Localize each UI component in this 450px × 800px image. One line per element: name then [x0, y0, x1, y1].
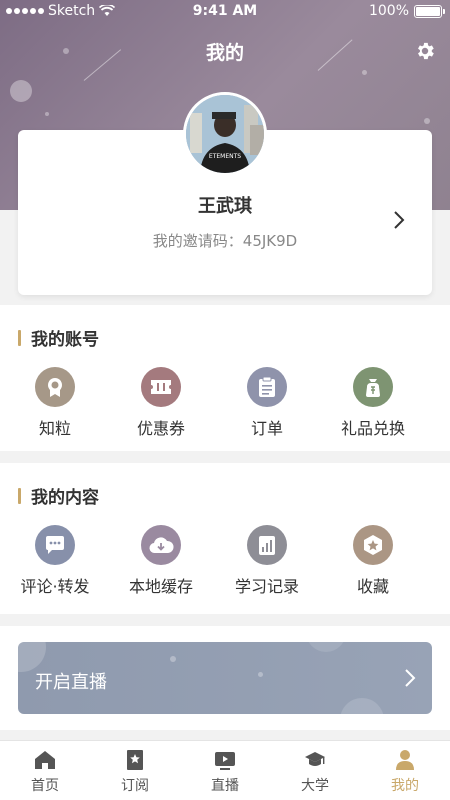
tab-label: 首页	[31, 778, 59, 794]
bookmark-icon	[127, 750, 143, 770]
cloud-download-icon	[149, 537, 174, 554]
content-grid: 评论·转发 本地缓存 学习记录 收藏	[0, 525, 450, 597]
decor-dot	[340, 698, 384, 714]
tab-label: 大学	[301, 778, 329, 794]
start-live-label: 开启直播	[35, 672, 107, 693]
status-right: 100%	[368, 3, 445, 19]
grid-label: 评论·转发	[20, 577, 90, 596]
grid-label: 优惠券	[136, 419, 185, 438]
start-live-button[interactable]: 开启直播	[18, 642, 432, 714]
decor-dot	[362, 70, 367, 75]
decor-dot	[258, 672, 263, 677]
my-account-section: 我的账号 知粒 优惠券 订单 礼品兑换	[0, 305, 450, 451]
account-item-orders[interactable]: 订单	[214, 367, 320, 439]
graduation-cap-icon	[305, 752, 325, 766]
my-content-title: 我的内容	[31, 488, 99, 508]
home-icon	[35, 751, 55, 769]
grid-label: 礼品兑换	[340, 419, 405, 438]
user-name: 王武琪	[198, 196, 252, 217]
battery-percentage: 100%	[368, 3, 409, 19]
avatar-photo: ETEMENTS	[186, 95, 264, 173]
tab-home[interactable]: 首页	[0, 741, 90, 800]
battery-icon	[414, 4, 445, 18]
clipboard-icon	[259, 376, 275, 397]
tab-mine[interactable]: 我的	[360, 741, 450, 800]
gear-icon	[418, 42, 434, 60]
section-title: 我的账号	[18, 325, 99, 350]
chart-icon	[259, 536, 275, 555]
grid-icon-badge	[35, 367, 75, 407]
invite-code-row: 我的邀请码：45JK9D	[18, 230, 432, 251]
tab-label: 我的	[391, 778, 419, 794]
tab-university[interactable]: 大学	[270, 741, 360, 800]
tab-bar: 首页 订阅 直播 大学 我的	[0, 740, 450, 800]
tab-live[interactable]: 直播	[180, 741, 270, 800]
grid-label: 本地缓存	[128, 577, 193, 596]
chevron-right-icon[interactable]	[392, 210, 406, 230]
my-content-section: 我的内容 评论·转发 本地缓存 学习记录 收藏	[0, 463, 450, 614]
user-icon	[396, 750, 414, 770]
content-item-local-cache[interactable]: 本地缓存	[108, 525, 214, 597]
star-icon	[364, 535, 382, 555]
grid-icon-cloud-download	[141, 525, 181, 565]
settings-button[interactable]	[414, 40, 436, 62]
grid-label: 收藏	[356, 577, 389, 596]
tab-label: 直播	[211, 778, 239, 794]
account-item-coupon[interactable]: 优惠券	[108, 367, 214, 439]
section-title-bar	[18, 487, 21, 504]
my-account-title: 我的账号	[31, 330, 99, 350]
play-icon	[215, 752, 235, 770]
avatar-shirt-text: ETEMENTS	[209, 153, 241, 160]
page-title: 我的	[205, 42, 244, 64]
grid-icon-gift-bag	[353, 367, 393, 407]
badge-icon	[48, 378, 62, 397]
grid-label: 订单	[250, 419, 283, 438]
grid-icon-comment	[35, 525, 75, 565]
decor-dot	[306, 642, 346, 652]
grid-label: 知粒	[38, 419, 71, 438]
tab-label: 订阅	[121, 778, 149, 794]
decor-dot	[45, 112, 49, 116]
section-title: 我的内容	[18, 483, 99, 508]
decor-dot	[10, 80, 32, 102]
tab-subscribe[interactable]: 订阅	[90, 741, 180, 800]
section-title-bar	[18, 329, 21, 346]
grid-label: 学习记录	[234, 577, 299, 596]
status-bar: Sketch 9:41 AM 100%	[0, 0, 450, 24]
decor-dot	[424, 118, 430, 124]
decor-dot	[170, 656, 176, 662]
content-item-comments[interactable]: 评论·转发	[2, 525, 108, 597]
grid-icon-clipboard	[247, 367, 287, 407]
gift-bag-icon	[366, 379, 380, 397]
invite-code-label: 我的邀请码：	[152, 232, 243, 250]
grid-icon-ticket	[141, 367, 181, 407]
avatar[interactable]: ETEMENTS	[183, 92, 267, 176]
account-grid: 知粒 优惠券 订单 礼品兑换	[0, 367, 450, 439]
account-item-gift-exchange[interactable]: 礼品兑换	[320, 367, 426, 439]
grid-icon-chart	[247, 525, 287, 565]
comment-icon	[46, 536, 64, 554]
content-item-study-record[interactable]: 学习记录	[214, 525, 320, 597]
ticket-icon	[151, 380, 171, 394]
chevron-right-icon	[405, 669, 416, 687]
invite-code-value: 45JK9D	[242, 232, 298, 250]
content-item-favorites[interactable]: 收藏	[320, 525, 426, 597]
account-item-zhili[interactable]: 知粒	[2, 367, 108, 439]
grid-icon-star	[353, 525, 393, 565]
